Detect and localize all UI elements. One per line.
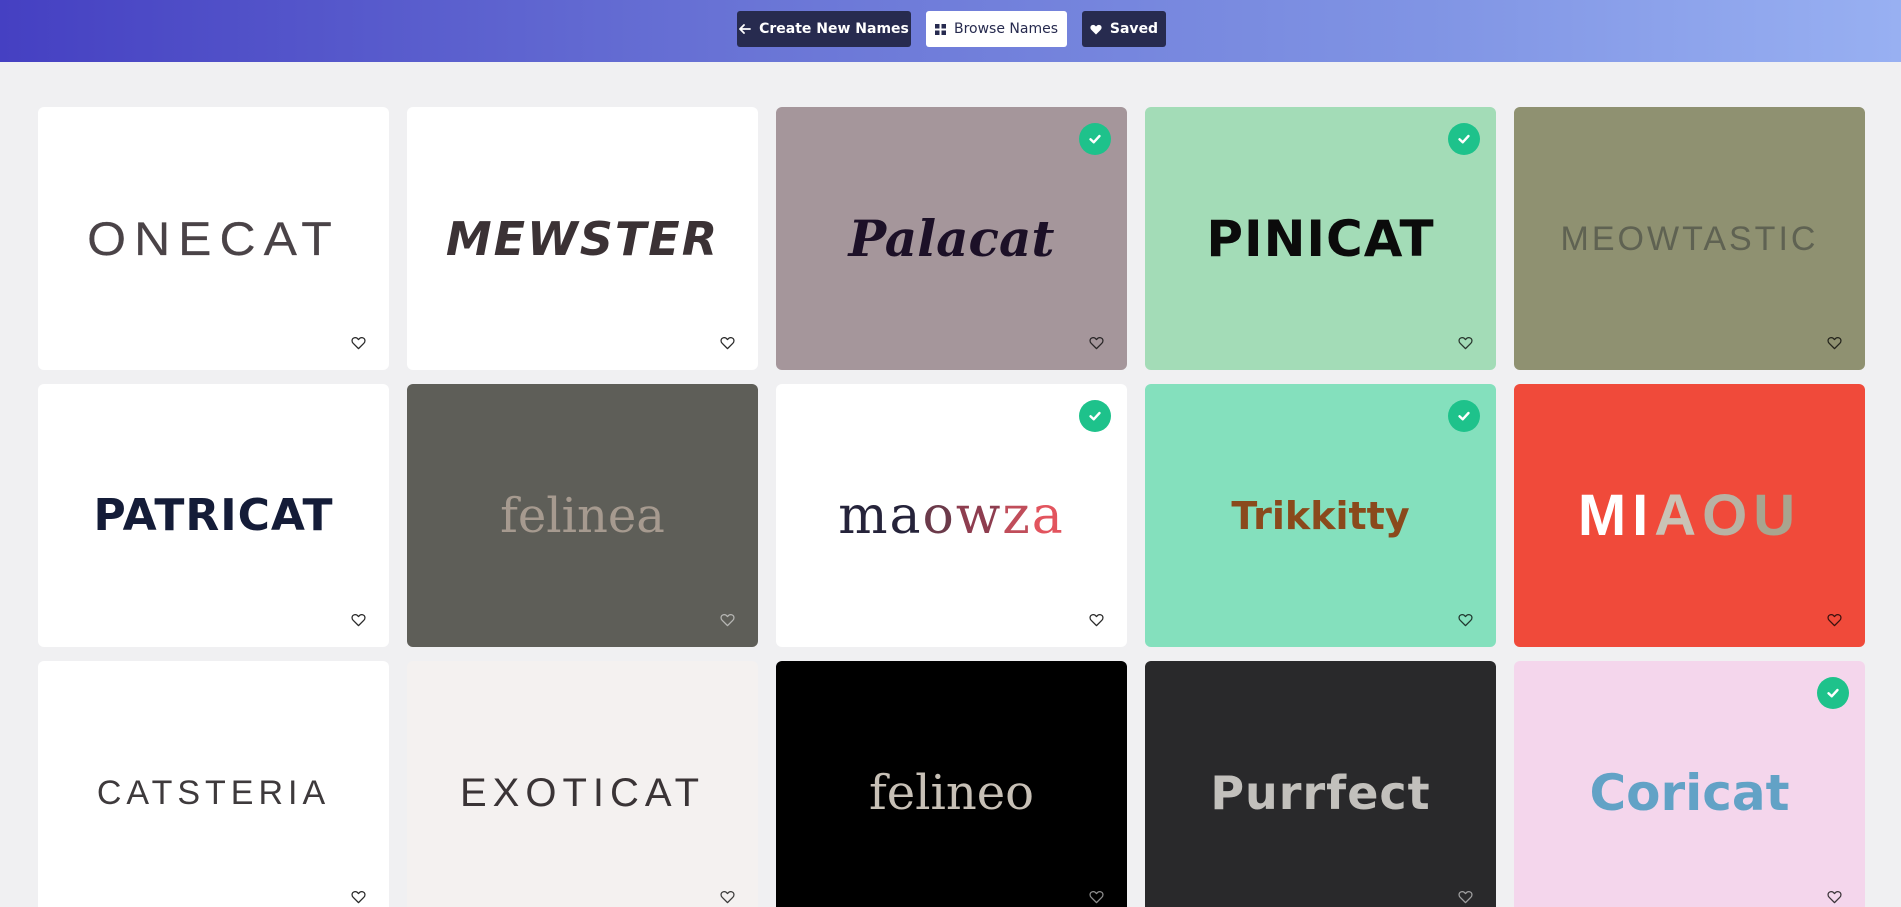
saved-check-icon — [1079, 400, 1111, 432]
saved-check-icon — [1817, 677, 1849, 709]
name-logo: MIAOU — [1577, 482, 1802, 548]
favorite-heart-icon[interactable] — [349, 888, 367, 906]
browse-names-button[interactable]: Browse Names — [926, 11, 1067, 47]
name-logo: Coricat — [1589, 763, 1790, 822]
name-card-coricat[interactable]: Coricat — [1514, 661, 1865, 907]
name-logo: felineo — [868, 764, 1035, 821]
favorite-heart-icon[interactable] — [1825, 334, 1843, 352]
name-card-palacat[interactable]: Palacat — [776, 107, 1127, 370]
saved-check-icon — [1448, 123, 1480, 155]
name-card-pinicat[interactable]: PINICAT — [1145, 107, 1496, 370]
create-new-names-button[interactable]: Create New Names — [737, 11, 911, 47]
name-logo: CATSTERIA — [96, 773, 331, 812]
name-logo: PATRICAT — [93, 489, 334, 541]
create-new-names-label: Create New Names — [759, 21, 909, 37]
favorite-heart-icon[interactable] — [349, 611, 367, 629]
name-card-felineo[interactable]: felineo — [776, 661, 1127, 907]
favorite-heart-icon[interactable] — [1456, 334, 1474, 352]
name-card-meowtastic[interactable]: MEOWTASTIC — [1514, 107, 1865, 370]
saved-check-icon — [1079, 123, 1111, 155]
top-navigation: Create New Names Browse Names Saved — [0, 11, 1901, 47]
name-card-patricat[interactable]: PATRICAT — [38, 384, 389, 647]
name-logo: EXOTICAT — [459, 770, 706, 815]
favorite-heart-icon[interactable] — [718, 611, 736, 629]
name-card-maowza[interactable]: maowza — [776, 384, 1127, 647]
name-logo: maowza — [838, 485, 1065, 546]
heart-filled-icon — [1090, 24, 1102, 35]
name-logo: Palacat — [848, 208, 1055, 268]
name-logo: Trikkitty — [1231, 493, 1410, 538]
browse-names-label: Browse Names — [953, 21, 1059, 37]
name-logo: PINICAT — [1206, 209, 1435, 268]
name-logo: MEOWTASTIC — [1560, 219, 1819, 258]
name-card-exoticat[interactable]: EXOTICAT — [407, 661, 758, 907]
saved-label: Saved — [1109, 21, 1159, 37]
favorite-heart-icon[interactable] — [718, 888, 736, 906]
name-logo: MEWSTER — [445, 211, 720, 266]
grid-icon — [934, 23, 946, 35]
favorite-heart-icon[interactable] — [1087, 334, 1105, 352]
arrow-left-icon — [739, 24, 751, 34]
name-logo: ONECAT — [87, 211, 340, 266]
favorite-heart-icon[interactable] — [1087, 888, 1105, 906]
name-card-mewster[interactable]: MEWSTER — [407, 107, 758, 370]
favorite-heart-icon[interactable] — [1456, 611, 1474, 629]
saved-check-icon — [1448, 400, 1480, 432]
name-card-catsteria[interactable]: CATSTERIA — [38, 661, 389, 907]
favorite-heart-icon[interactable] — [1456, 888, 1474, 906]
name-card-purrfect[interactable]: Purrfect — [1145, 661, 1496, 907]
favorite-heart-icon[interactable] — [718, 334, 736, 352]
favorite-heart-icon[interactable] — [1825, 888, 1843, 906]
name-card-trikkitty[interactable]: Trikkitty — [1145, 384, 1496, 647]
name-card-miaou[interactable]: MIAOU — [1514, 384, 1865, 647]
name-logo: felinea — [500, 487, 665, 544]
favorite-heart-icon[interactable] — [1087, 611, 1105, 629]
name-card-onecat[interactable]: ONECAT — [38, 107, 389, 370]
favorite-heart-icon[interactable] — [349, 334, 367, 352]
name-logo: Purrfect — [1210, 765, 1431, 820]
favorite-heart-icon[interactable] — [1825, 611, 1843, 629]
saved-button[interactable]: Saved — [1082, 11, 1166, 47]
name-card-felinea[interactable]: felinea — [407, 384, 758, 647]
